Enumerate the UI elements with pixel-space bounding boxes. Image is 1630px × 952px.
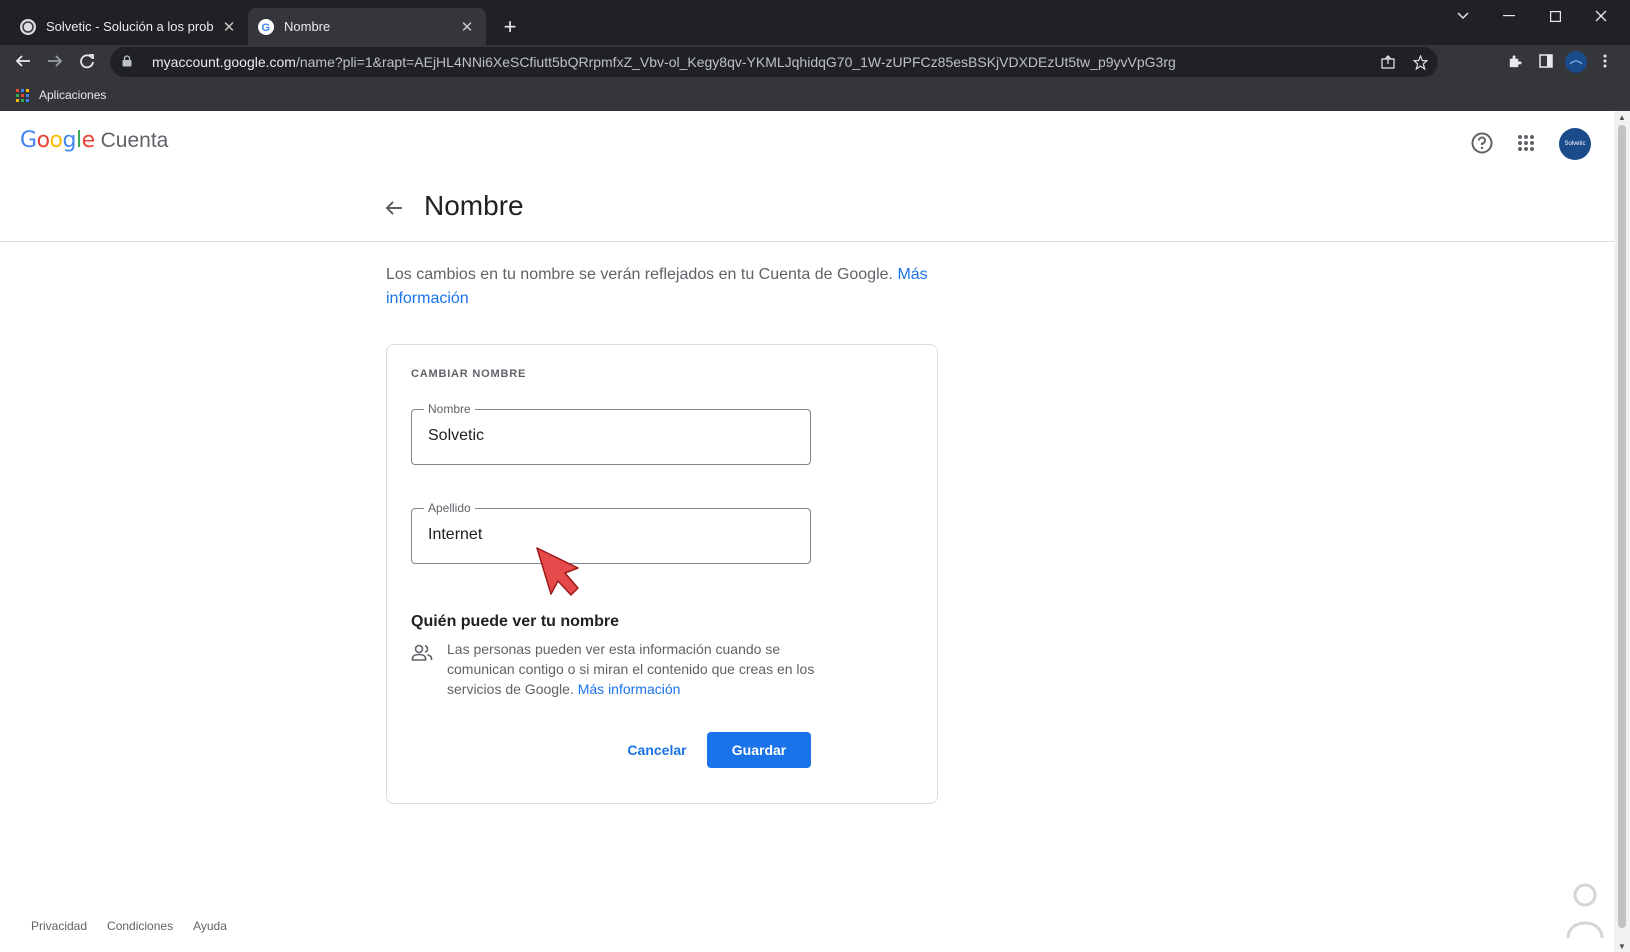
footer-link-help[interactable]: Ayuda [193,919,227,933]
scroll-up-arrow-icon[interactable]: ▲ [1614,111,1630,123]
product-name: Cuenta [100,128,169,152]
close-tab-icon[interactable]: ✕ [220,18,238,36]
who-can-see-description: Las personas pueden ver esta información… [447,639,817,699]
card-heading: CAMBIAR NOMBRE [411,368,527,380]
help-icon[interactable] [1466,127,1498,159]
tab-search-icon[interactable] [1440,0,1486,32]
page-title-bar: Nombre [0,175,1614,242]
browser-profile-avatar[interactable] [1565,51,1587,73]
maximize-icon[interactable] [1532,0,1578,32]
last-name-field[interactable]: Apellido Internet [411,501,811,564]
extensions-icon[interactable] [1500,47,1528,75]
tab-title: Nombre [284,19,331,34]
save-button[interactable]: Guardar [707,732,811,768]
footer-link-privacy[interactable]: Privacidad [31,919,87,933]
scroll-thumb[interactable] [1618,125,1626,928]
red-pointer-arrow-icon [536,547,579,596]
share-icon[interactable] [1374,47,1402,77]
new-tab-button[interactable]: + [496,13,524,41]
first-name-field[interactable]: Nombre Solvetic [411,402,811,465]
page-content: Google Cuenta Solvetic Nombre Los cambio… [0,111,1614,952]
apps-grid-icon[interactable] [16,88,29,102]
close-tab-icon[interactable]: ✕ [458,18,476,36]
tab-solvetic[interactable]: Solvetic - Solución a los problem ✕ [10,8,248,45]
url-path: /name?pli=1&rapt=AEjHL4NNi6XeSCfiutt5bQR… [295,54,1176,70]
first-name-label: Nombre [424,402,475,416]
forward-icon[interactable] [39,45,71,77]
url-text: myaccount.google.com/name?pli=1&rapt=AEj… [152,54,1176,70]
who-can-see-title: Quién puede ver tu nombre [411,613,620,630]
last-name-value: Internet [428,526,483,543]
scroll-down-arrow-icon[interactable]: ▼ [1614,940,1630,952]
tab-strip: Solvetic - Solución a los problem ✕ G No… [0,0,1630,45]
svg-text:G: G [262,22,271,33]
address-bar[interactable]: myaccount.google.com/name?pli=1&rapt=AEj… [110,47,1438,77]
google-apps-icon[interactable] [1510,127,1542,159]
browser-menu-icon[interactable] [1591,47,1619,75]
page-title: Nombre [424,190,524,221]
footer-link-terms[interactable]: Condiciones [107,919,173,933]
people-icon [411,642,433,664]
bookmark-aplicaciones[interactable]: Aplicaciones [39,88,106,102]
browser-toolbar: myaccount.google.com/name?pli=1&rapt=AEj… [0,45,1630,77]
cancel-button[interactable]: Cancelar [613,732,701,768]
side-panel-icon[interactable] [1532,47,1560,75]
minimize-icon[interactable] [1486,0,1532,32]
last-name-label: Apellido [424,501,475,515]
google-account-logo[interactable]: Google Cuenta [20,128,168,153]
solvetic-watermark-icon [1566,883,1604,939]
back-icon[interactable] [7,45,39,77]
url-host: myaccount.google.com [152,54,296,70]
reload-icon[interactable] [71,45,103,77]
browser-chrome: Solvetic - Solución a los problem ✕ G No… [0,0,1630,111]
close-window-icon[interactable] [1578,0,1624,32]
first-name-value: Solvetic [428,427,485,444]
who-more-info-link[interactable]: Más información [578,681,681,697]
page-scrollbar[interactable]: ▲ ▼ [1614,111,1630,952]
account-avatar[interactable]: Solvetic [1559,128,1591,160]
google-favicon-icon: G [258,18,274,35]
bookmark-star-icon[interactable] [1406,47,1434,77]
solvetic-favicon-icon [20,18,36,35]
page-description: Los cambios en tu nombre se verán reflej… [386,263,946,311]
back-arrow-icon[interactable] [380,194,408,222]
tab-title: Solvetic - Solución a los problem [46,19,214,34]
bookmarks-bar: Aplicaciones [0,80,1630,110]
change-name-card: CAMBIAR NOMBRE Nombre Solvetic Apellido … [386,344,938,804]
lock-icon [122,54,140,70]
google-account-header: Google Cuenta Solvetic [0,111,1614,175]
tab-nombre[interactable]: G Nombre ✕ [248,8,486,45]
page-footer: Privacidad Condiciones Ayuda [31,919,227,933]
description-text: Los cambios en tu nombre se verán reflej… [386,266,893,283]
